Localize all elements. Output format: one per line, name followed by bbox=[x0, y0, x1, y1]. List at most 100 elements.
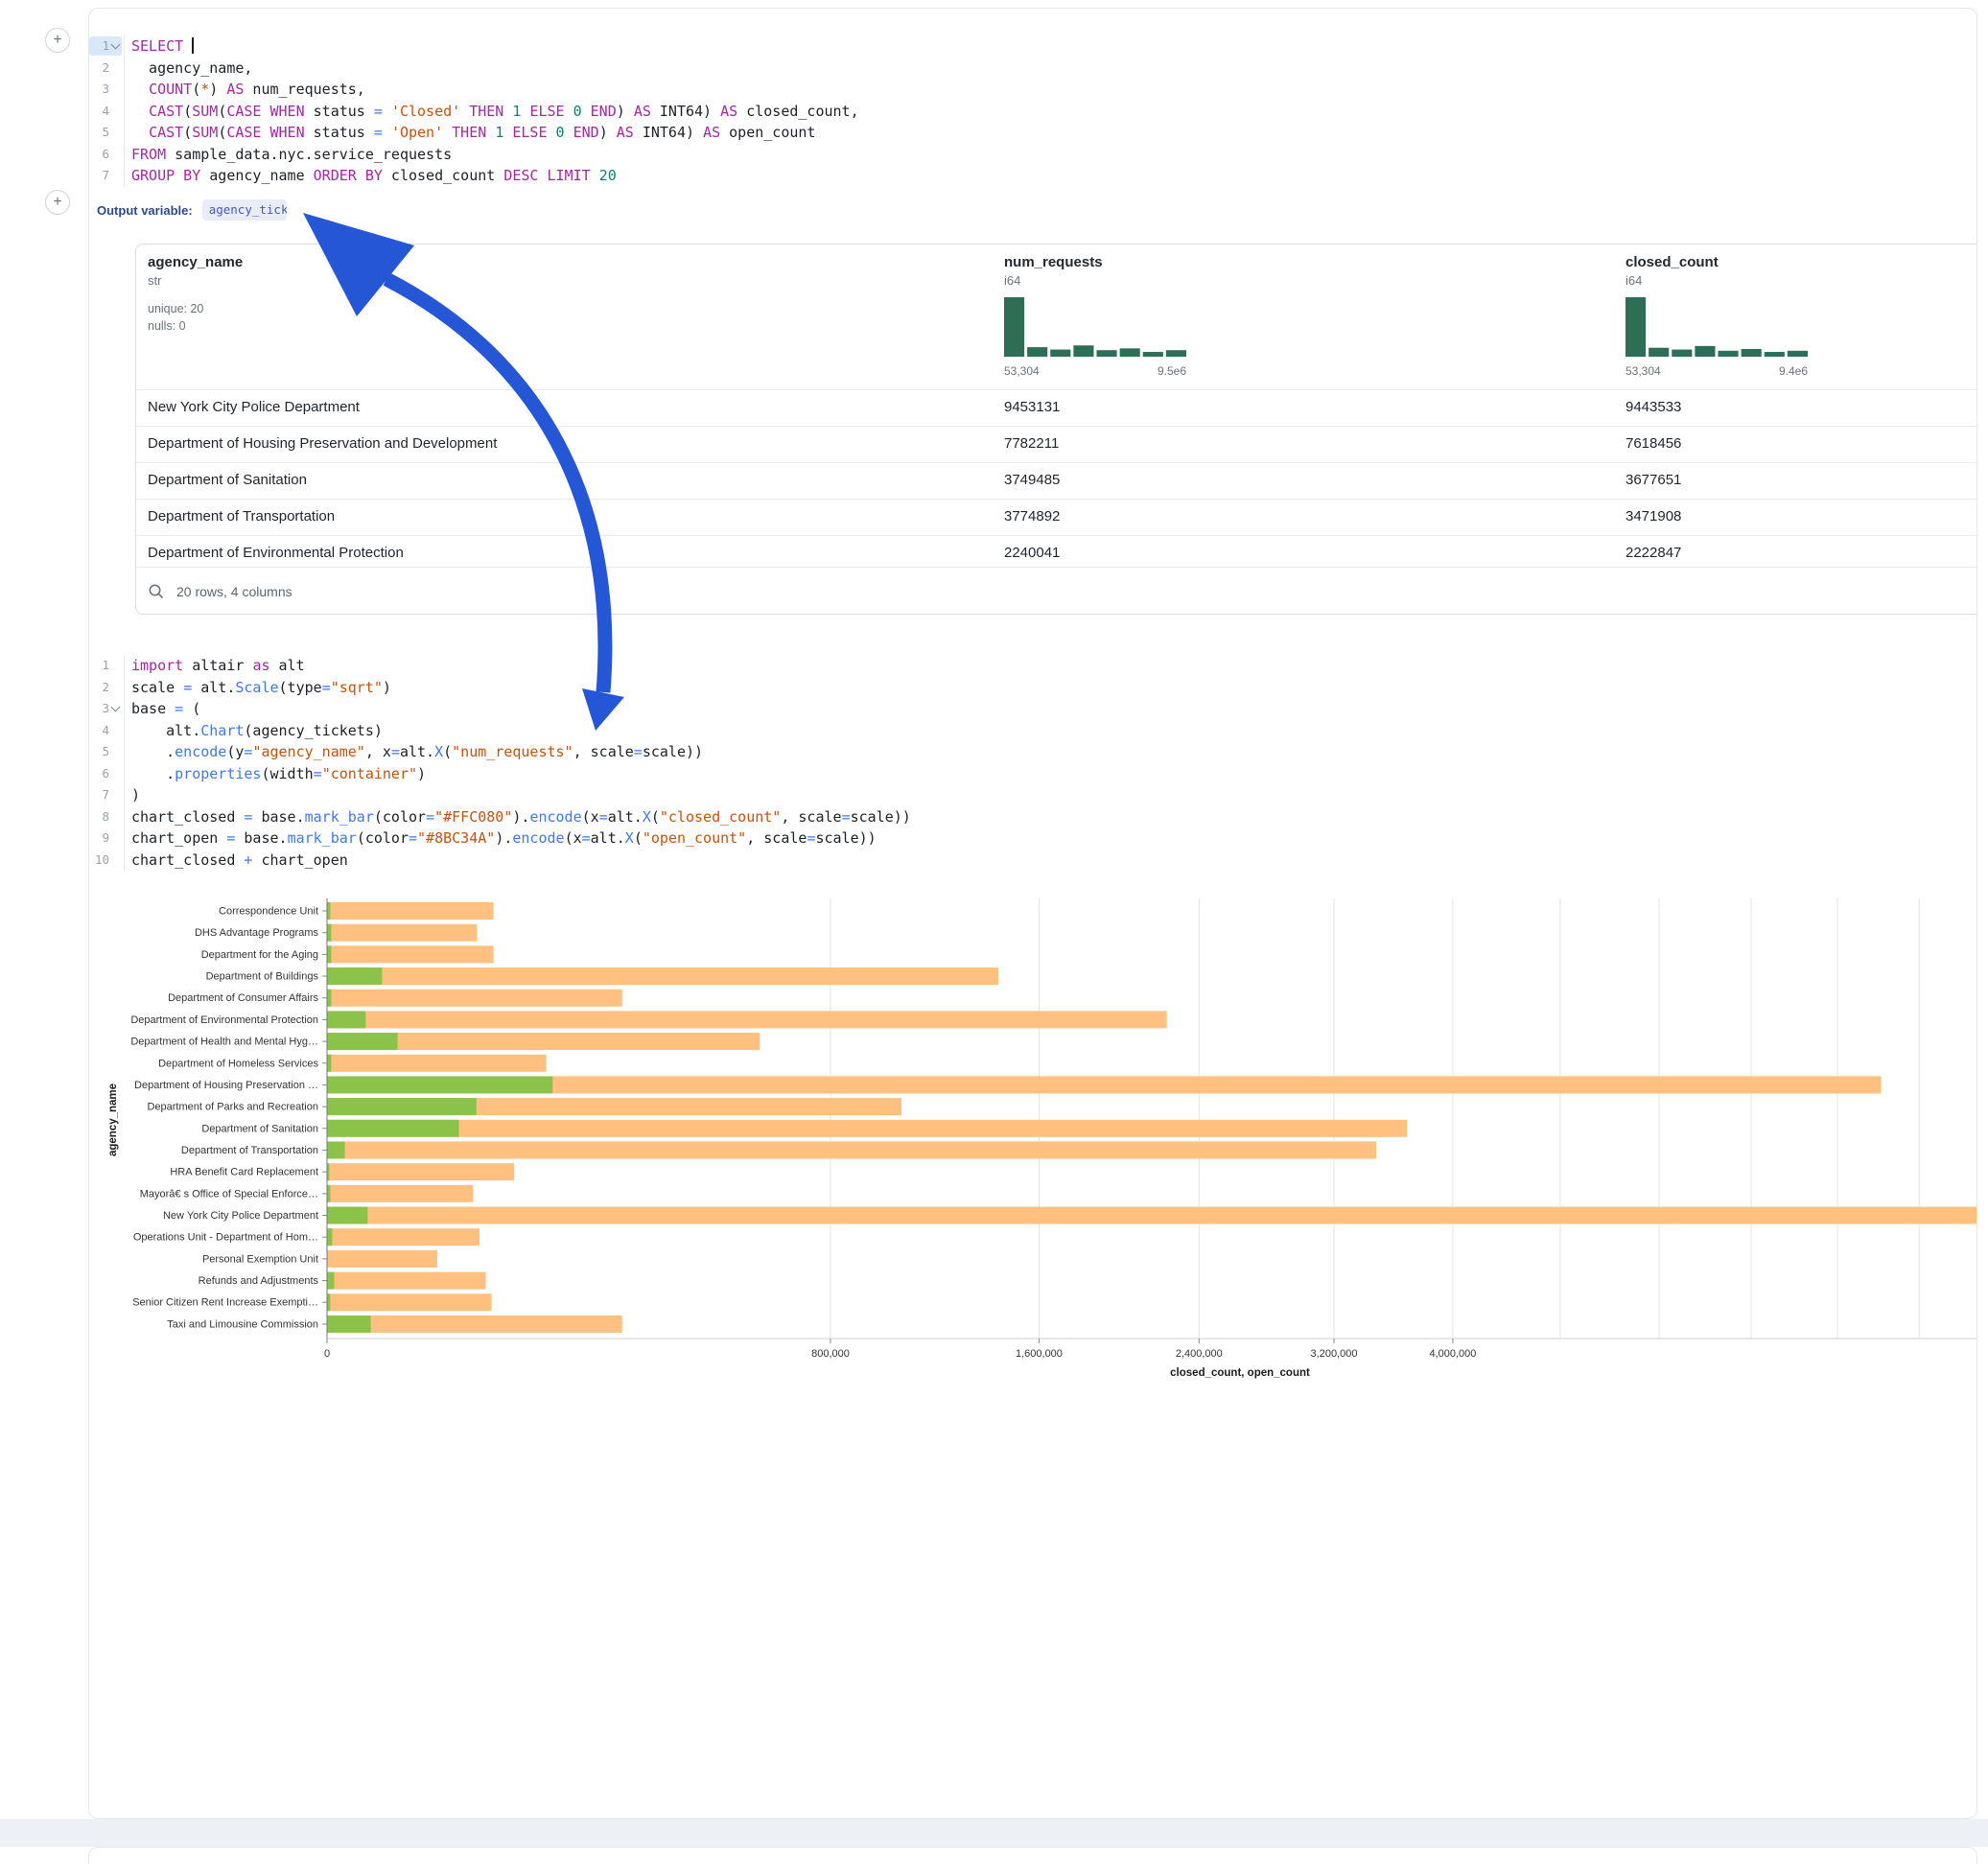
code-text[interactable]: .properties(width="container") bbox=[124, 763, 426, 785]
table-row[interactable]: Department of Housing Preservation and D… bbox=[136, 426, 1977, 462]
line-number: 9 bbox=[89, 828, 122, 848]
chart-bar-closed_count bbox=[328, 1076, 1882, 1093]
chart-bar-open_count bbox=[328, 1098, 477, 1115]
code-text[interactable]: FROM sample_data.nyc.service_requests bbox=[124, 144, 452, 166]
add-cell-button-middle[interactable]: + bbox=[45, 190, 70, 215]
y-axis-label: Operations Unit - Department of Hom… bbox=[133, 1232, 318, 1244]
code-text[interactable]: CAST(SUM(CASE WHEN status = 'Closed' THE… bbox=[124, 101, 859, 123]
y-axis-label: Personal Exemption Unit bbox=[202, 1253, 318, 1265]
column-name: closed_count bbox=[1625, 254, 1977, 270]
table-body: New York City Police Department945313194… bbox=[136, 389, 1977, 571]
code-line[interactable]: 3base = ( bbox=[89, 698, 911, 720]
code-text[interactable]: chart_closed + chart_open bbox=[124, 850, 348, 872]
code-line[interactable]: 4 CAST(SUM(CASE WHEN status = 'Closed' T… bbox=[89, 101, 859, 123]
y-axis-label: Department of Health and Mental Hyg… bbox=[130, 1037, 318, 1048]
fold-chevron-icon[interactable] bbox=[111, 40, 121, 50]
table-cell: 9453131 bbox=[993, 390, 1614, 426]
add-cell-button-top[interactable]: + bbox=[45, 28, 70, 53]
code-line[interactable]: 9chart_open = base.mark_bar(color="#8BC3… bbox=[89, 827, 911, 850]
line-number: 6 bbox=[89, 145, 122, 164]
line-number: 2 bbox=[89, 58, 122, 78]
histogram-range-labels: 53,3049.4e6 bbox=[1625, 364, 1808, 378]
code-line[interactable]: 2scale = alt.Scale(type="sqrt") bbox=[89, 677, 911, 699]
column-header-closed_count[interactable]: closed_counti6453,3049.4e6 bbox=[1614, 245, 1977, 389]
x-axis-label: 800,000 bbox=[811, 1348, 850, 1360]
y-axis-label: Senior Citizen Rent Increase Exempti… bbox=[132, 1297, 318, 1309]
code-text[interactable]: chart_open = base.mark_bar(color="#8BC34… bbox=[124, 827, 877, 850]
chart-bar-open_count bbox=[328, 945, 332, 963]
code-line[interactable]: 7GROUP BY agency_name ORDER BY closed_co… bbox=[89, 165, 859, 187]
sql-editor[interactable]: 1SELECT 2 agency_name,3 COUNT(*) AS num_… bbox=[89, 35, 859, 187]
chart-bar-open_count bbox=[328, 1033, 398, 1050]
text-cursor bbox=[192, 37, 194, 54]
y-axis-label: HRA Benefit Card Replacement bbox=[170, 1167, 318, 1178]
line-number: 6 bbox=[89, 764, 122, 783]
chart-bar-open_count bbox=[328, 1076, 553, 1093]
notebook-cell: 1SELECT 2 agency_name,3 COUNT(*) AS num_… bbox=[88, 8, 1977, 1819]
y-axis-label: Department for the Aging bbox=[201, 949, 318, 961]
code-line[interactable]: 1import altair as alt bbox=[89, 655, 911, 677]
output-variable-chip[interactable]: agency_tickets bbox=[202, 199, 287, 221]
results-footer: 20 rows, 4 columns bbox=[136, 567, 1977, 615]
y-axis-label: Correspondence Unit bbox=[219, 906, 318, 918]
chart-bar-open_count bbox=[328, 1011, 366, 1028]
code-line[interactable]: 8chart_closed = base.mark_bar(color="#FF… bbox=[89, 806, 911, 828]
table-row[interactable]: Department of Transportation377489234719… bbox=[136, 499, 1977, 535]
fold-chevron-icon[interactable] bbox=[111, 703, 121, 712]
code-text[interactable]: alt.Chart(agency_tickets) bbox=[124, 720, 383, 742]
code-line[interactable]: 4 alt.Chart(agency_tickets) bbox=[89, 720, 911, 742]
chart-bar-closed_count bbox=[328, 902, 494, 920]
chart-bar-open_count bbox=[328, 924, 332, 942]
y-axis-label: Department of Sanitation bbox=[201, 1123, 318, 1134]
y-axis-label: Department of Transportation bbox=[181, 1145, 318, 1156]
column-histogram bbox=[1004, 295, 1186, 357]
table-cell: 3677651 bbox=[1614, 463, 1977, 499]
code-line[interactable]: 6 .properties(width="container") bbox=[89, 763, 911, 785]
chart-bar-closed_count bbox=[328, 1055, 547, 1072]
code-text[interactable]: import altair as alt bbox=[124, 655, 305, 677]
code-text[interactable]: scale = alt.Scale(type="sqrt") bbox=[124, 677, 391, 699]
table-cell: Department of Transportation bbox=[136, 500, 993, 535]
next-cell-panel bbox=[88, 1847, 1977, 1864]
column-header-agency_name[interactable]: agency_namestrunique: 20nulls: 0 bbox=[136, 245, 993, 389]
chart-bar-closed_count bbox=[328, 1207, 1977, 1224]
code-line[interactable]: 5 CAST(SUM(CASE WHEN status = 'Open' THE… bbox=[89, 122, 859, 144]
code-line[interactable]: 10chart_closed + chart_open bbox=[89, 850, 911, 872]
code-text[interactable]: COUNT(*) AS num_requests, bbox=[124, 79, 365, 101]
chart-bar-closed_count bbox=[328, 967, 998, 985]
chart-bar-open_count bbox=[328, 902, 331, 920]
table-row[interactable]: New York City Police Department945313194… bbox=[136, 389, 1977, 426]
table-row[interactable]: Department of Sanitation37494853677651 bbox=[136, 462, 1977, 499]
line-number: 5 bbox=[89, 123, 122, 142]
code-line[interactable]: 3 COUNT(*) AS num_requests, bbox=[89, 79, 859, 101]
code-line[interactable]: 7) bbox=[89, 784, 911, 806]
table-cell: 9443533 bbox=[1614, 390, 1977, 426]
python-editor[interactable]: 1import altair as alt2scale = alt.Scale(… bbox=[89, 655, 911, 871]
line-number: 7 bbox=[89, 785, 122, 804]
code-text[interactable]: .encode(y="agency_name", x=alt.X("num_re… bbox=[124, 741, 703, 763]
code-text[interactable]: SELECT bbox=[124, 35, 194, 58]
code-text[interactable]: ) bbox=[124, 784, 140, 806]
column-type: i64 bbox=[1004, 273, 1614, 288]
code-line[interactable]: 6FROM sample_data.nyc.service_requests bbox=[89, 144, 859, 166]
code-text[interactable]: base = ( bbox=[124, 698, 200, 720]
code-text[interactable]: GROUP BY agency_name ORDER BY closed_cou… bbox=[124, 165, 617, 187]
code-text[interactable]: agency_name, bbox=[124, 58, 252, 80]
table-cell: 3774892 bbox=[993, 500, 1614, 535]
code-text[interactable]: chart_closed = base.mark_bar(color="#FFC… bbox=[124, 806, 911, 828]
column-header-num_requests[interactable]: num_requestsi6453,3049.5e6 bbox=[993, 245, 1614, 389]
y-axis-label: Department of Parks and Recreation bbox=[147, 1102, 318, 1113]
line-number: 8 bbox=[89, 807, 122, 827]
code-line[interactable]: 2 agency_name, bbox=[89, 58, 859, 80]
search-icon[interactable] bbox=[148, 583, 165, 600]
table-header: agency_namestrunique: 20nulls: 0num_requ… bbox=[136, 245, 1977, 389]
chart-bar-open_count bbox=[328, 1141, 345, 1158]
y-axis-label: Mayorâ€ s Office of Special Enforce… bbox=[140, 1188, 318, 1200]
y-axis-label: Refunds and Adjustments bbox=[199, 1275, 319, 1287]
code-line[interactable]: 1SELECT bbox=[89, 35, 859, 58]
code-line[interactable]: 5 .encode(y="agency_name", x=alt.X("num_… bbox=[89, 741, 911, 763]
column-histogram bbox=[1625, 295, 1808, 357]
code-text[interactable]: CAST(SUM(CASE WHEN status = 'Open' THEN … bbox=[124, 122, 815, 144]
x-axis-label: 1,600,000 bbox=[1016, 1348, 1063, 1360]
chart-bar-open_count bbox=[328, 1293, 331, 1311]
